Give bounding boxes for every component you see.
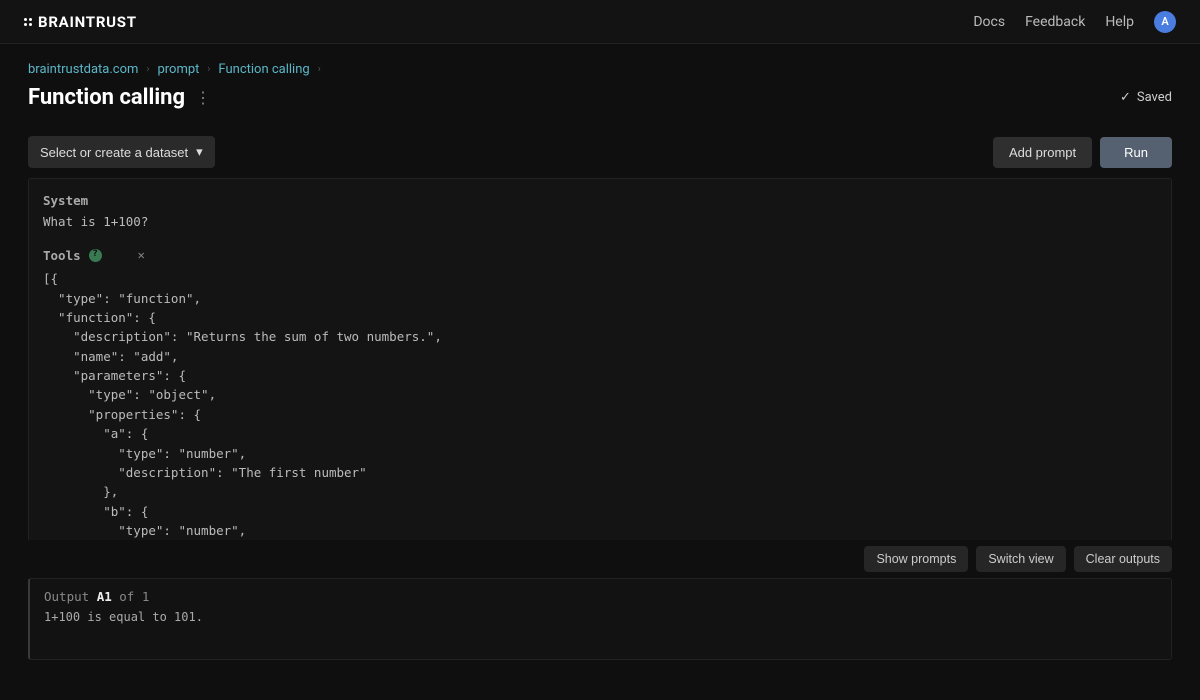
show-prompts-button[interactable]: Show prompts [864, 546, 968, 572]
switch-view-button[interactable]: Switch view [976, 546, 1065, 572]
saved-label: Saved [1137, 90, 1172, 105]
prompt-editor[interactable]: System What is 1+100? Tools ? ✕ [{ "type… [28, 178, 1172, 540]
logo-text: BRAINTRUST [38, 13, 137, 31]
tools-label: Tools [43, 246, 81, 265]
breadcrumb: braintrustdata.com › prompt › Function c… [0, 44, 1200, 85]
close-icon[interactable]: ✕ [138, 246, 145, 265]
output-text: 1+100 is equal to 101. [44, 610, 1157, 624]
output-run-id: A1 [97, 589, 112, 604]
help-icon[interactable]: ? [89, 249, 102, 262]
page-title: Function calling [28, 85, 185, 110]
clear-outputs-button[interactable]: Clear outputs [1074, 546, 1172, 572]
nav-help[interactable]: Help [1105, 14, 1134, 30]
saved-indicator: ✓ Saved [1120, 90, 1172, 105]
output-header: Output A1 of 1 [44, 589, 1157, 604]
breadcrumb-item-2[interactable]: Function calling [218, 62, 309, 77]
logo[interactable]: BRAINTRUST [24, 13, 137, 31]
avatar[interactable]: A [1154, 11, 1176, 33]
system-label: System [43, 191, 1157, 210]
logo-icon [24, 18, 32, 26]
chevron-right-icon: › [207, 64, 210, 75]
title-row: Function calling ⋮ ✓ Saved [0, 85, 1200, 120]
chevron-right-icon: › [318, 64, 321, 75]
output-panel: Output A1 of 1 1+100 is equal to 101. [28, 578, 1172, 660]
nav-feedback[interactable]: Feedback [1025, 14, 1085, 30]
mid-actions: Show prompts Switch view Clear outputs [28, 540, 1172, 578]
output-label-prefix: Output [44, 589, 97, 604]
system-text[interactable]: What is 1+100? [43, 212, 1157, 231]
output-label-suffix: of 1 [112, 589, 150, 604]
dataset-select-label: Select or create a dataset [40, 145, 188, 160]
tools-code[interactable]: [{ "type": "function", "function": { "de… [43, 269, 1157, 540]
caret-down-icon: ▾ [196, 144, 203, 160]
run-button[interactable]: Run [1100, 137, 1172, 168]
nav-docs[interactable]: Docs [973, 14, 1005, 30]
nav-right: Docs Feedback Help A [973, 11, 1176, 33]
check-icon: ✓ [1120, 90, 1131, 105]
add-prompt-button[interactable]: Add prompt [993, 137, 1092, 168]
dataset-select[interactable]: Select or create a dataset ▾ [28, 136, 215, 168]
action-row: Select or create a dataset ▾ Add prompt … [0, 120, 1200, 178]
kebab-menu-icon[interactable]: ⋮ [195, 88, 211, 107]
breadcrumb-item-0[interactable]: braintrustdata.com [28, 62, 138, 77]
chevron-right-icon: › [146, 64, 149, 75]
app-header: BRAINTRUST Docs Feedback Help A [0, 0, 1200, 44]
breadcrumb-item-1[interactable]: prompt [157, 62, 199, 77]
